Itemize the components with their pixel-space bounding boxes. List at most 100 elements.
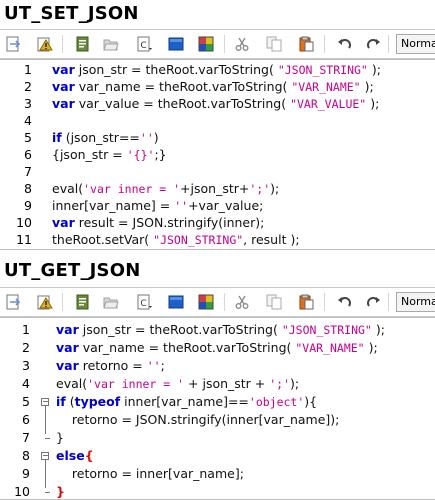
code-text: if (json_str=='')	[52, 129, 159, 147]
code-line[interactable]: 4	[0, 112, 435, 129]
code-token: );	[367, 62, 381, 77]
code-token: inner[var_name]==	[120, 394, 249, 409]
blue-folder-button[interactable]	[166, 35, 186, 53]
toolbar-divider	[62, 35, 63, 53]
code-keyword: var	[52, 96, 75, 111]
code-token: retorno =	[78, 358, 147, 373]
warning-button[interactable]	[35, 35, 55, 53]
code-string: 'var inner = '	[83, 182, 181, 196]
code-line[interactable]: 5 if (json_str=='')	[0, 129, 435, 146]
line-number: 1	[24, 62, 32, 77]
code-line[interactable]: 7	[0, 163, 435, 180]
code-line[interactable]: 1 var json_str = theRoot.varToString( "JS…	[0, 61, 435, 78]
code-keyword: else	[56, 448, 85, 463]
snippet-button[interactable]	[72, 35, 92, 53]
line-number: 9	[24, 198, 32, 213]
code-line[interactable]: 8 else{	[0, 447, 435, 464]
code-line[interactable]: 11 theRoot.setVar( "JSON_STRING", result …	[0, 231, 435, 248]
copy-button[interactable]	[264, 35, 284, 53]
insert-tag-button[interactable]	[4, 35, 24, 53]
undo-button[interactable]	[334, 293, 354, 311]
code-token: ;}	[154, 147, 167, 162]
code-text: theRoot.setVar( "JSON_STRING", result );	[52, 231, 300, 249]
code-text: retorno = JSON.stringify(inner[var_name]…	[56, 411, 340, 428]
code-line[interactable]: 3 var retorno = '';	[0, 357, 435, 374]
blue-folder-icon	[168, 36, 184, 52]
editor-toolbar: C Normal	[0, 287, 435, 317]
code-line[interactable]: 6 retorno = JSON.stringify(inner[var_nam…	[0, 411, 435, 428]
code-text: else{	[56, 447, 94, 464]
code-text: var json_str = theRoot.varToString( "JSO…	[52, 61, 381, 79]
line-number: 5	[22, 394, 30, 409]
code-string: "VAR_NAME"	[291, 80, 361, 94]
redo-button[interactable]	[364, 293, 384, 311]
code-keyword: typeof	[74, 394, 121, 409]
code-editor[interactable]: 1 var json_str = theRoot.varToString( "JS…	[0, 59, 435, 250]
toolbar-divider	[388, 293, 389, 311]
code-line[interactable]: 1 var json_str = theRoot.varToString( "JS…	[0, 321, 435, 338]
code-line[interactable]: 8 eval('var inner = '+json_str+';');	[0, 180, 435, 197]
code-line[interactable]: 6 {json_str = '{}';}	[0, 146, 435, 163]
code-text: var var_name = theRoot.varToString( "VAR…	[56, 339, 378, 357]
undo-button[interactable]	[334, 35, 354, 53]
line-number: 1	[22, 322, 30, 337]
snippet-button[interactable]	[72, 293, 92, 311]
palette-button[interactable]	[196, 35, 216, 53]
code-string: 'object'	[248, 395, 305, 409]
code-token: ){	[304, 394, 318, 409]
code-keyword: if	[56, 394, 66, 409]
line-number: 5	[24, 130, 32, 145]
code-line[interactable]: 4 eval('var inner = ' + json_str + ';');	[0, 375, 435, 392]
open-folder-icon	[103, 36, 119, 52]
code-string: ''	[174, 199, 189, 213]
warning-button[interactable]	[35, 293, 55, 311]
code-line[interactable]: 3 var var_value = theRoot.varToString( "V…	[0, 95, 435, 112]
palette-button[interactable]	[196, 293, 216, 311]
code-line[interactable]: 10 var result = JSON.stringify(inner);	[0, 214, 435, 231]
code-editor[interactable]: 1 var json_str = theRoot.varToString( "JS…	[0, 317, 435, 500]
fold-toggle[interactable]: −	[41, 452, 49, 460]
insert-tag-button[interactable]	[4, 293, 24, 311]
code-line[interactable]: 9 retorno = inner[var_name];	[0, 465, 435, 482]
code-line[interactable]: 5 if (typeof inner[var_name]=='object'){	[0, 393, 435, 410]
copy-button[interactable]	[264, 293, 284, 311]
code-token: );	[270, 181, 280, 196]
code-text: var var_value = theRoot.varToString( "VA…	[52, 95, 379, 113]
code-line[interactable]: 10}	[0, 483, 435, 499]
palette-icon	[198, 294, 214, 310]
open-folder-button[interactable]	[101, 35, 121, 53]
code-line[interactable]: 2 var var_name = theRoot.varToString( "VA…	[0, 78, 435, 95]
cut-icon	[234, 294, 250, 310]
page-c-button[interactable]: C	[134, 35, 154, 53]
page-c-icon: C	[136, 294, 152, 310]
code-line[interactable]: 9 inner[var_name] = ''+var_value;	[0, 197, 435, 214]
toolbar-divider	[224, 293, 225, 311]
line-number: 8	[22, 448, 30, 463]
format-select[interactable]: Normal	[396, 292, 435, 312]
paste-button[interactable]	[296, 293, 316, 311]
fold-toggle[interactable]: −	[41, 398, 49, 406]
code-line[interactable]: 7}	[0, 429, 435, 446]
code-token: json_str = theRoot.varToString(	[74, 62, 278, 77]
redo-icon	[366, 36, 382, 52]
code-keyword: if	[52, 130, 62, 145]
code-string: "JSON_STRING"	[277, 63, 368, 77]
code-text: var result = JSON.stringify(inner);	[52, 214, 264, 231]
format-select[interactable]: Normal	[396, 34, 435, 54]
code-token: );	[364, 340, 378, 355]
code-line[interactable]: 2 var var_name = theRoot.varToString( "VA…	[0, 339, 435, 356]
cut-button[interactable]	[232, 293, 252, 311]
page-c-button[interactable]: C	[134, 293, 154, 311]
paste-button[interactable]	[296, 35, 316, 53]
cut-button[interactable]	[232, 35, 252, 53]
copy-icon	[266, 36, 282, 52]
blue-folder-button[interactable]	[166, 293, 186, 311]
insert-tag-icon	[6, 36, 22, 52]
redo-button[interactable]	[364, 35, 384, 53]
line-number: 3	[22, 358, 30, 373]
section-title: UT_SET_JSON	[4, 3, 139, 24]
open-folder-button[interactable]	[101, 293, 121, 311]
code-token: );	[366, 96, 380, 111]
section-title: UT_GET_JSON	[4, 260, 141, 281]
code-token: }	[56, 430, 64, 445]
